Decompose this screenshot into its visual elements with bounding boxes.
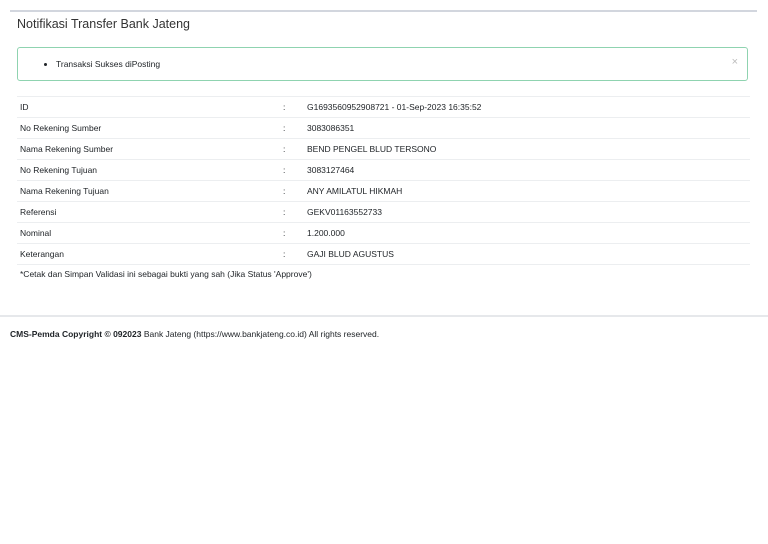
row-separator: : [280, 96, 304, 118]
table-row: Keterangan: GAJI BLUD AGUSTUS [17, 243, 750, 265]
row-value: ANY AMILATUL HIKMAH [304, 180, 750, 202]
footer-brand: CMS-Pemda Copyright © 092023 [10, 329, 142, 339]
row-value: BEND PENGEL BLUD TERSONO [304, 138, 750, 160]
table-row: Nominal:1.200.000 [17, 222, 750, 244]
footer-text: Bank Jateng (https://www.bankjateng.co.i… [141, 329, 380, 339]
table-row: No Rekening Tujuan:3083127464 [17, 159, 750, 181]
row-label: No Rekening Tujuan [17, 159, 280, 181]
close-icon[interactable]: × [732, 56, 738, 68]
table-row: Nama Rekening Tujuan: ANY AMILATUL HIKMAH [17, 180, 750, 202]
row-label: Referensi [17, 201, 280, 223]
footer: CMS-Pemda Copyright © 092023 Bank Jateng… [10, 329, 379, 339]
row-separator: : [280, 180, 304, 202]
validation-note: *Cetak dan Simpan Validasi ini sebagai b… [20, 269, 312, 279]
row-separator: : [280, 117, 304, 139]
row-value: 3083127464 [304, 159, 750, 181]
footer-divider [0, 315, 768, 317]
row-separator: : [280, 138, 304, 160]
row-separator: : [280, 201, 304, 223]
row-value: 1.200.000 [304, 222, 750, 244]
row-value: GAJI BLUD AGUSTUS [304, 243, 750, 265]
table-row: ID: G1693560952908721 - 01-Sep-2023 16:35… [17, 96, 750, 118]
row-value: GEKV01163552733 [304, 201, 750, 223]
alert-message: Transaksi Sukses diPosting [56, 59, 160, 69]
row-label: Nominal [17, 222, 280, 244]
table-row: Referensi: GEKV01163552733 [17, 201, 750, 223]
page-title: Notifikasi Transfer Bank Jateng [17, 17, 190, 31]
row-label: Nama Rekening Sumber [17, 138, 280, 160]
row-value: G1693560952908721 - 01-Sep-2023 16:35:52 [304, 96, 750, 118]
row-separator: : [280, 222, 304, 244]
row-label: No Rekening Sumber [17, 117, 280, 139]
row-value: 3083086351 [304, 117, 750, 139]
table-row: Nama Rekening Sumber: BEND PENGEL BLUD TE… [17, 138, 750, 160]
table-row: No Rekening Sumber:3083086351 [17, 117, 750, 139]
row-label: Keterangan [17, 243, 280, 265]
transfer-details-table: ID: G1693560952908721 - 01-Sep-2023 16:35… [17, 96, 750, 265]
card-top-border [10, 10, 757, 12]
row-separator: : [280, 159, 304, 181]
row-label: Nama Rekening Tujuan [17, 180, 280, 202]
success-alert: Transaksi Sukses diPosting × [17, 47, 748, 81]
row-separator: : [280, 243, 304, 265]
row-label: ID [17, 96, 280, 118]
